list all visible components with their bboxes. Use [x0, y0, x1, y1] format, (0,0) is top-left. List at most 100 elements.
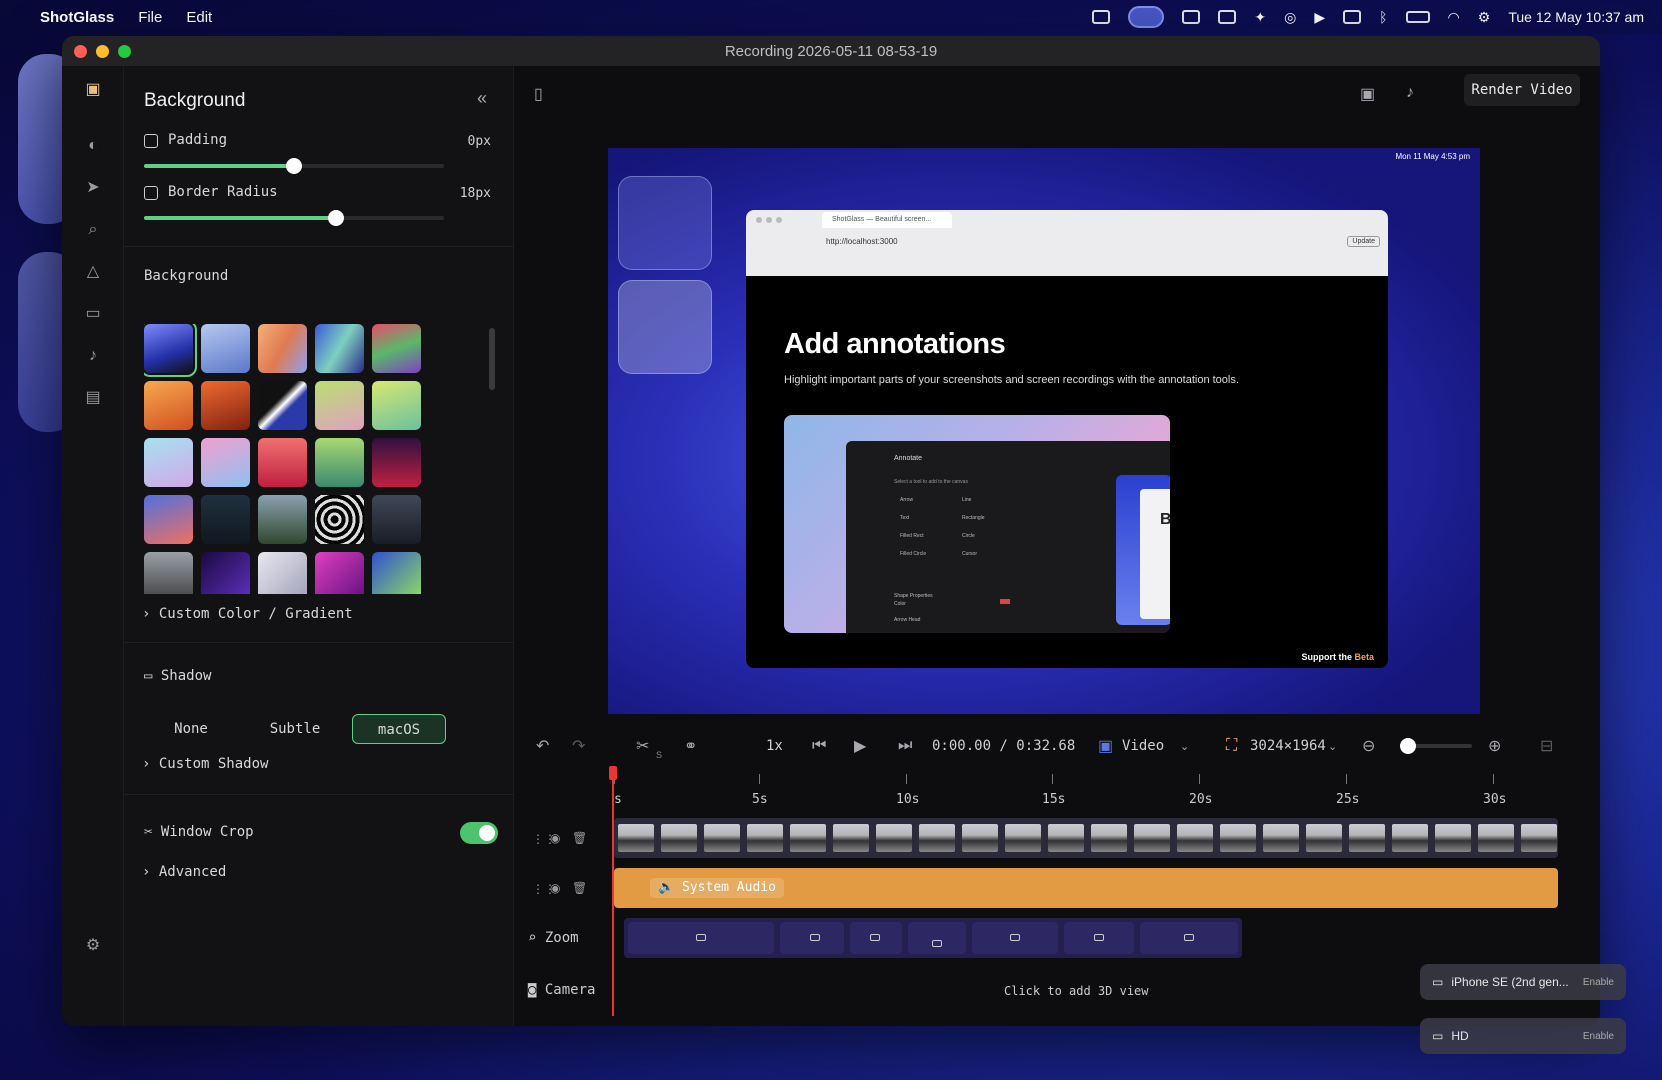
zoom-segment[interactable] [908, 922, 966, 954]
padding-checkbox[interactable] [144, 134, 158, 148]
chevron-down-icon[interactable]: ⌄ [1180, 740, 1189, 753]
redo-icon[interactable]: ↷ [572, 736, 585, 756]
zoom-track[interactable] [624, 918, 1242, 958]
shadow-subtle-button[interactable]: Subtle [248, 714, 342, 744]
background-thumb[interactable] [315, 495, 364, 544]
background-thumb[interactable] [144, 324, 197, 377]
search-icon[interactable]: ⌕ [83, 220, 103, 240]
padding-slider-knob[interactable] [286, 158, 302, 174]
background-thumb[interactable] [201, 324, 250, 373]
camera-hint[interactable]: Click to add 3D view [1004, 984, 1149, 998]
zoom-out-icon[interactable]: ⊖ [1362, 736, 1375, 756]
menu-file[interactable]: File [138, 9, 162, 26]
status-app-icon[interactable]: ✦ [1254, 9, 1266, 26]
zoom-segment[interactable] [850, 922, 902, 954]
padding-slider[interactable] [144, 158, 444, 174]
resolution-select[interactable]: 3024×1964 [1250, 738, 1326, 754]
enable-button[interactable]: Enable [1583, 977, 1614, 988]
play-status-icon[interactable]: ▶ [1314, 9, 1325, 26]
skip-back-icon[interactable]: ⏮ [812, 737, 826, 755]
speed-button[interactable]: 1x [766, 738, 783, 754]
save-icon[interactable]: ▣ [1360, 84, 1375, 104]
laptop-icon[interactable]: ▭ [83, 304, 103, 324]
preview-canvas[interactable]: Mon 11 May 4:53 pm ShotGlass — Beautiful… [608, 148, 1480, 714]
enable-button[interactable]: Enable [1583, 1031, 1614, 1042]
zoom-segment[interactable] [1064, 922, 1134, 954]
settings-icon[interactable]: ⚙ [83, 936, 103, 956]
cursor-icon[interactable]: ➤ [83, 178, 103, 198]
background-thumb[interactable] [201, 438, 250, 487]
background-thumb[interactable] [315, 381, 364, 430]
background-thumb[interactable] [372, 438, 421, 487]
custom-color-toggle[interactable]: › Custom Color / Gradient [142, 606, 353, 622]
background-thumb[interactable] [201, 381, 250, 430]
background-thumb[interactable] [372, 495, 421, 544]
status-app-icon[interactable]: ◎ [1284, 9, 1296, 26]
battery-icon[interactable] [1405, 11, 1430, 23]
control-center-icon[interactable]: ⚙ [1478, 9, 1491, 26]
border-radius-slider-knob[interactable] [328, 210, 344, 226]
link-icon[interactable]: ⚭ [684, 736, 697, 756]
audio-track[interactable]: 🔈 System Audio [614, 868, 1558, 908]
background-thumb[interactable] [315, 438, 364, 487]
background-thumb[interactable] [144, 495, 193, 544]
chevron-down-icon[interactable]: ⌄ [1328, 740, 1337, 753]
undo-icon[interactable]: ↶ [536, 736, 549, 756]
background-thumb[interactable] [258, 495, 307, 544]
close-button[interactable] [74, 45, 87, 58]
bell-icon[interactable]: ♪ [1406, 84, 1414, 102]
device-card[interactable]: ▭ iPhone SE (2nd gen... Enable [1420, 964, 1626, 1000]
border-radius-checkbox[interactable] [144, 186, 158, 200]
timeline-ruler[interactable]: s 5s 10s 15s 20s 25s 30s [614, 774, 1584, 814]
background-thumb[interactable] [372, 552, 421, 594]
menubar-app-name[interactable]: ShotGlass [40, 9, 114, 26]
bluetooth-icon[interactable]: ᛒ [1379, 9, 1387, 25]
custom-shadow-toggle[interactable]: › Custom Shadow [142, 756, 268, 772]
trash-icon[interactable]: 🗑 [572, 881, 587, 895]
collapse-panel-icon[interactable]: « [477, 88, 487, 109]
background-thumb[interactable] [258, 552, 307, 594]
source-select[interactable]: Video [1122, 738, 1164, 754]
cut-icon[interactable]: ✂ [636, 736, 649, 756]
visibility-icon[interactable]: ◉ [550, 831, 560, 845]
fit-icon[interactable]: ⊟ [1540, 736, 1553, 756]
background-thumb[interactable] [372, 381, 421, 430]
clock[interactable]: Tue 12 May 10:37 am [1508, 9, 1644, 25]
device-card[interactable]: ▭ HD Enable [1420, 1018, 1626, 1054]
video-track[interactable] [614, 818, 1558, 858]
trash-icon[interactable]: 🗑 [572, 831, 587, 845]
skip-forward-icon[interactable]: ⏭ [898, 737, 912, 755]
background-thumb[interactable] [372, 324, 421, 373]
background-thumb[interactable] [144, 552, 193, 594]
zoom-segment[interactable] [780, 922, 844, 954]
window-crop-toggle[interactable] [460, 822, 498, 844]
sidebar-toggle-icon[interactable]: ▯ [534, 84, 543, 104]
background-thumb[interactable] [315, 324, 364, 373]
wifi-icon[interactable]: ◠ [1448, 9, 1460, 26]
background-thumb[interactable] [258, 324, 307, 373]
status-app-icon[interactable] [1092, 10, 1111, 24]
background-thumb[interactable] [201, 495, 250, 544]
minimize-button[interactable] [96, 45, 109, 58]
render-video-button[interactable]: Render Video [1464, 74, 1580, 106]
palette-icon[interactable]: ◐ [83, 136, 103, 156]
microphone-icon[interactable]: ♪ [83, 346, 103, 366]
shadow-none-button[interactable]: None [144, 714, 238, 744]
keyboard-icon[interactable] [1343, 10, 1362, 24]
shadow-macos-button[interactable]: macOS [352, 714, 446, 744]
zoom-in-icon[interactable]: ⊕ [1488, 736, 1501, 756]
zoom-segment[interactable] [972, 922, 1058, 954]
screen-share-icon[interactable] [1128, 6, 1165, 28]
background-thumb[interactable] [144, 438, 193, 487]
background-thumb[interactable] [315, 552, 364, 594]
advanced-toggle[interactable]: › Advanced [142, 864, 226, 880]
background-thumb[interactable] [201, 552, 250, 594]
zoom-segment[interactable] [1140, 922, 1238, 954]
grid-scrollbar[interactable] [489, 328, 495, 390]
background-thumb[interactable] [144, 381, 193, 430]
zoom-segment[interactable] [628, 922, 774, 954]
status-app-icon[interactable] [1218, 10, 1237, 24]
border-radius-slider[interactable] [144, 210, 444, 226]
shapes-icon[interactable]: △ [83, 262, 103, 282]
visibility-icon[interactable]: ◉ [550, 881, 560, 895]
